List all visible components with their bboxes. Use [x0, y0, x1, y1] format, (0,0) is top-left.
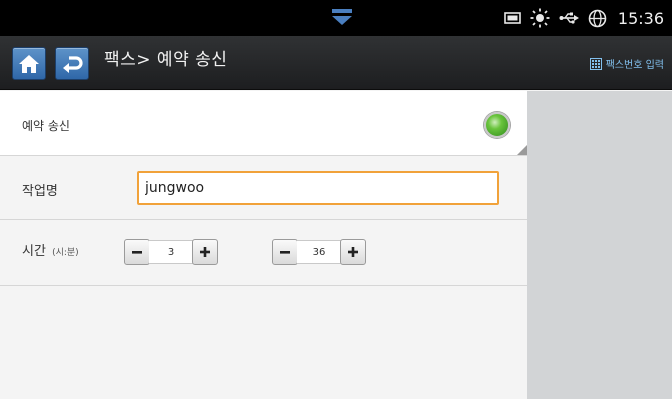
brightness-icon	[530, 8, 550, 28]
time-row: 시간 (시:분) 3 36	[0, 220, 527, 286]
plus-icon	[348, 247, 358, 257]
scheduled-send-label: 예약 송신	[22, 119, 70, 133]
minute-stepper: 36	[272, 238, 366, 266]
job-name-row: 작업명	[0, 156, 527, 220]
fax-number-input-label: 팩스번호 입력	[605, 60, 664, 71]
hour-increase-button[interactable]	[192, 239, 218, 265]
fax-number-input-button[interactable]: 팩스번호 입력	[589, 56, 664, 71]
page-title: 팩스> 예약 송신	[104, 50, 228, 70]
hour-stepper: 3	[124, 238, 218, 266]
storage-icon	[504, 11, 521, 25]
back-icon	[63, 55, 83, 73]
hour-decrease-button[interactable]	[124, 239, 150, 265]
minute-value[interactable]: 36	[297, 240, 341, 264]
settings-panel: 예약 송신 작업명 시간 (시:분) 3 36	[0, 91, 527, 399]
back-button[interactable]	[55, 47, 89, 80]
keypad-icon	[589, 57, 602, 70]
globe-icon	[588, 9, 607, 28]
minus-icon	[132, 251, 142, 254]
minute-increase-button[interactable]	[340, 239, 366, 265]
home-button[interactable]	[12, 47, 46, 80]
notification-chevron-icon[interactable]	[329, 8, 355, 26]
job-name-input[interactable]	[137, 171, 499, 205]
scheduled-send-toggle[interactable]	[484, 112, 510, 138]
job-name-label: 작업명	[22, 184, 58, 199]
time-unit-label: (시:분)	[52, 248, 79, 258]
time-label: 시간 (시:분)	[22, 240, 79, 259]
scheduled-send-row[interactable]: 예약 송신	[0, 91, 527, 156]
time-label-text: 시간	[22, 244, 46, 259]
minute-decrease-button[interactable]	[272, 239, 298, 265]
hour-value[interactable]: 3	[149, 240, 193, 264]
minus-icon	[280, 251, 290, 254]
plus-icon	[200, 247, 210, 257]
status-icons: 15:36	[504, 0, 664, 36]
title-bar: 팩스> 예약 송신 팩스번호 입력	[0, 36, 672, 90]
row-corner-indicator	[517, 145, 527, 155]
usb-icon	[559, 11, 579, 25]
home-icon	[19, 54, 39, 73]
right-side-panel	[527, 91, 672, 399]
status-bar: 15:36	[0, 0, 672, 36]
status-clock: 15:36	[617, 8, 664, 28]
